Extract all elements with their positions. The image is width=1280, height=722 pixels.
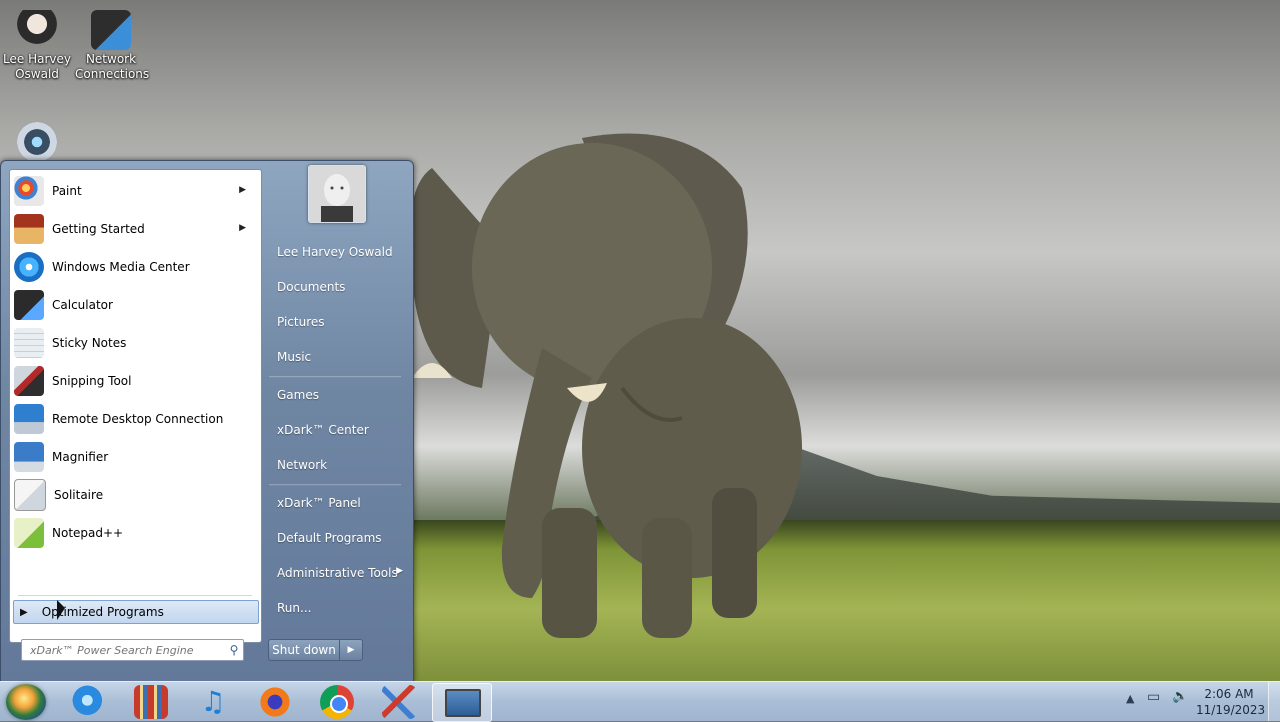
desktop-icon-network[interactable]: Network Connections xyxy=(75,6,150,82)
separator xyxy=(18,595,252,596)
firefox-icon[interactable] xyxy=(258,685,292,719)
remote-desktop-icon xyxy=(445,689,481,717)
desktop-icon-label: Lee Harvey Oswald xyxy=(3,52,71,81)
wallpaper-elephant xyxy=(409,133,802,638)
all-programs-button[interactable]: ▶ Optimized Programs xyxy=(13,600,259,624)
program-label: Calculator xyxy=(52,298,113,312)
right-item-run[interactable]: Run... xyxy=(277,601,311,615)
taskbar: ♫ ▲ ▭ 🔈 2:06 AM 11/19/2023 xyxy=(0,681,1280,722)
desktop-icon-user[interactable]: Lee Harvey Oswald xyxy=(1,6,73,82)
internet-explorer-icon[interactable] xyxy=(72,685,106,719)
program-label: Sticky Notes xyxy=(52,336,127,350)
library-icon[interactable] xyxy=(134,685,168,719)
solitaire-icon xyxy=(14,479,46,511)
program-item-calculator[interactable]: Calculator xyxy=(14,287,256,323)
program-item-notepad-plus-plus[interactable]: Notepad++ xyxy=(14,515,256,551)
right-item-network[interactable]: Network xyxy=(277,458,327,472)
desktop-icon-label: Network Connections xyxy=(75,52,150,81)
calculator-icon xyxy=(14,290,44,320)
clock-date: 11/19/2023 xyxy=(1196,703,1266,717)
program-label: Paint xyxy=(52,184,82,198)
user-folder-icon xyxy=(17,10,57,50)
program-label: Solitaire xyxy=(54,488,104,502)
program-label: Snipping Tool xyxy=(52,374,132,388)
program-label: Magnifier xyxy=(52,450,109,464)
separator xyxy=(269,376,401,378)
submenu-arrow-icon: ▶ xyxy=(396,566,403,576)
webcam-icon xyxy=(17,122,57,162)
sticky-notes-icon xyxy=(14,328,44,358)
media-center-icon xyxy=(14,252,44,282)
search-input[interactable] xyxy=(28,642,225,658)
expand-arrow-icon: ▶ xyxy=(20,606,28,618)
right-item-documents[interactable]: Documents xyxy=(277,280,345,294)
program-item-getting-started[interactable]: Getting Started ▶ xyxy=(14,211,256,247)
start-search-box[interactable]: ⚲ xyxy=(21,639,244,661)
network-status-icon[interactable]: ▭ xyxy=(1147,689,1160,705)
start-menu-program-list: Paint ▶ Getting Started ▶ Windows Media … xyxy=(9,169,262,643)
program-item-sticky-notes[interactable]: Sticky Notes xyxy=(14,325,256,361)
avatar-face-icon xyxy=(309,166,365,222)
user-avatar[interactable] xyxy=(308,165,366,223)
tools-icon[interactable] xyxy=(382,685,416,719)
show-desktop-button[interactable] xyxy=(1268,682,1280,721)
separator xyxy=(269,484,401,486)
music-icon[interactable]: ♫ xyxy=(196,685,230,719)
network-icon xyxy=(91,10,131,50)
right-item-user[interactable]: Lee Harvey Oswald xyxy=(277,245,393,259)
right-item-pictures[interactable]: Pictures xyxy=(277,315,325,329)
right-item-music[interactable]: Music xyxy=(277,350,311,364)
program-label: Getting Started xyxy=(52,222,145,236)
taskbar-active-app[interactable] xyxy=(432,683,492,722)
program-label: Notepad++ xyxy=(52,526,124,540)
getting-started-icon xyxy=(14,214,44,244)
show-hidden-icons-icon[interactable]: ▲ xyxy=(1126,692,1134,705)
mouse-cursor xyxy=(57,600,65,620)
program-item-snipping-tool[interactable]: Snipping Tool xyxy=(14,363,256,399)
program-item-magnifier[interactable]: Magnifier xyxy=(14,439,256,475)
right-item-games[interactable]: Games xyxy=(277,388,319,402)
start-button[interactable] xyxy=(6,684,46,720)
magnifier-icon xyxy=(14,442,44,472)
system-clock[interactable]: 2:06 AM 11/19/2023 xyxy=(1196,686,1266,718)
right-item-default-programs[interactable]: Default Programs xyxy=(277,531,382,545)
submenu-arrow-icon: ▶ xyxy=(239,223,246,233)
program-item-windows-media-center[interactable]: Windows Media Center xyxy=(14,249,256,285)
notepad-plus-plus-icon xyxy=(14,518,44,548)
program-label: Windows Media Center xyxy=(52,260,190,274)
snipping-tool-icon xyxy=(14,366,44,396)
chrome-icon[interactable] xyxy=(320,685,354,719)
search-icon[interactable]: ⚲ xyxy=(225,643,243,657)
shutdown-button[interactable]: Shut down xyxy=(268,639,340,661)
right-item-xdark-panel[interactable]: xDark™ Panel xyxy=(277,496,361,510)
clock-time: 2:06 AM xyxy=(1204,687,1254,701)
submenu-arrow-icon: ▶ xyxy=(239,185,246,195)
program-label: Remote Desktop Connection xyxy=(52,412,224,426)
program-item-solitaire[interactable]: Solitaire xyxy=(14,477,256,513)
program-item-remote-desktop[interactable]: Remote Desktop Connection xyxy=(14,401,256,437)
right-item-label: Administrative Tools xyxy=(277,566,398,580)
paint-icon xyxy=(14,176,44,206)
shutdown-options-button[interactable]: ▶ xyxy=(339,639,363,661)
volume-muted-icon[interactable]: 🔈 xyxy=(1172,689,1188,704)
right-item-administrative-tools[interactable]: Administrative Tools ▶ xyxy=(277,566,403,580)
remote-desktop-icon xyxy=(14,404,44,434)
chevron-right-icon: ▶ xyxy=(347,645,355,655)
program-item-paint[interactable]: Paint ▶ xyxy=(14,173,256,209)
right-item-xdark-center[interactable]: xDark™ Center xyxy=(277,423,369,437)
desktop-icon-webcam[interactable] xyxy=(1,118,73,162)
